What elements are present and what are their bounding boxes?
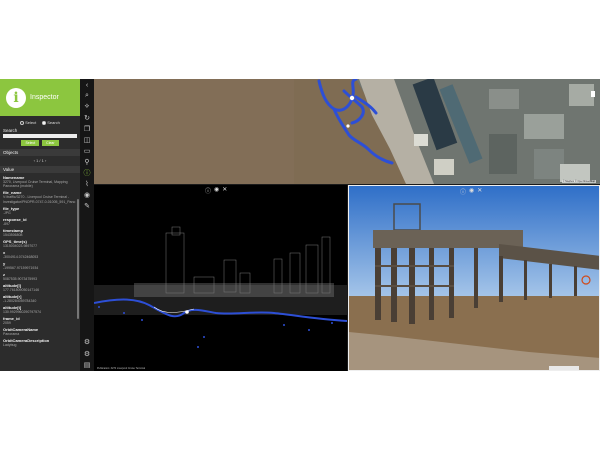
field-value: -3004914.0742468053 — [3, 254, 39, 259]
objects-section-header[interactable]: Objects — [0, 149, 80, 156]
building-block — [489, 89, 519, 109]
field-value: -199567.97159971934 — [3, 265, 39, 270]
tool-sidebar: ‹ ⌕ ⟡ ↻ ❐ ◫ ▭ ⚲ ⓘ ⌇ ◉ ✎ ⚙ ⚙ ▤ — [80, 79, 94, 371]
current-position-marker[interactable] — [185, 310, 189, 314]
map-view[interactable]: © Mapbox © OpenStreetMap — [94, 79, 600, 184]
track-point-marker[interactable] — [346, 124, 350, 128]
field-value: 1543506808 — [3, 232, 23, 237]
inspector-header: i Inspector — [0, 79, 80, 116]
inspector-title: Inspector — [30, 94, 59, 101]
building-block — [489, 134, 517, 174]
select-button[interactable]: Select — [21, 140, 40, 146]
field-value: -1.280284059784340 — [3, 298, 37, 303]
measure-icon[interactable]: ⟡ — [82, 102, 92, 112]
building-roof — [434, 159, 454, 175]
panorama-photo-view[interactable]: ⓘ ◉ ✕ — [348, 185, 600, 371]
chevron-left-icon[interactable]: ‹ — [82, 80, 92, 90]
layers-icon[interactable]: ❐ — [82, 124, 92, 134]
building-block — [524, 114, 564, 139]
values-section-header[interactable]: Value — [0, 166, 80, 173]
radio-checked-icon — [42, 120, 47, 125]
building-roof — [414, 134, 428, 146]
search-icon[interactable]: ⌕ — [82, 91, 92, 101]
field-value: 130.9929960290797574 — [3, 309, 41, 314]
panorama-image — [349, 186, 599, 370]
field-value: Panorama — [3, 331, 20, 336]
pointcloud-view[interactable]: ⓘ ◉ ✕ Publication: 3270 Liverpool Cruise… — [94, 185, 347, 371]
cube-icon[interactable]: ◫ — [82, 135, 92, 145]
radio-icon — [20, 120, 25, 125]
pointcloud-render — [94, 185, 347, 371]
info-logo-icon: i — [6, 87, 26, 108]
pointcloud-background — [94, 185, 347, 371]
field-list: Namename 3270, Liverpool Cruise Terminal,… — [0, 175, 80, 348]
field-value: 1315004023.9897077 — [3, 243, 38, 248]
inspector-panel: i Inspector Select Search Search Select … — [0, 79, 80, 371]
field-value: Ladybug — [3, 342, 17, 347]
satellite-map — [94, 79, 600, 184]
search-label: Search — [3, 128, 18, 133]
pointcloud-controls: ⓘ ◉ ✕ — [205, 186, 227, 195]
photo-controls: ⓘ ◉ ✕ — [460, 187, 482, 196]
refresh-icon[interactable]: ↻ — [82, 113, 92, 123]
terminal-points — [134, 283, 334, 297]
mode-search-option[interactable]: Search — [42, 120, 60, 125]
objects-pager[interactable]: ‹ 1 / 1 › — [0, 158, 80, 163]
app-window: i Inspector Select Search Search Select … — [0, 79, 600, 371]
eye-icon[interactable]: ◉ — [469, 187, 474, 196]
camera-icon[interactable]: ◉ — [82, 190, 92, 200]
building-block — [569, 84, 594, 106]
boat-railing — [549, 366, 579, 370]
map-attribution: © Mapbox © OpenStreetMap — [561, 180, 596, 183]
track-point-marker[interactable] — [349, 95, 355, 101]
field-value: 177.761809050147146 — [3, 287, 40, 292]
pointcloud-caption: Publication: 3270 Liverpool Cruise Termi… — [97, 367, 146, 370]
field-value: 5087535.9073475993 — [3, 276, 38, 281]
settings-icon[interactable]: ⚙ — [82, 337, 92, 347]
field-value: 2059 — [3, 320, 11, 325]
eye-icon[interactable]: ◉ — [214, 186, 219, 195]
info-icon[interactable]: ⓘ — [460, 187, 466, 196]
search-buttons: Select Clear — [0, 140, 80, 146]
building-block — [534, 149, 564, 179]
inspector-scrollbar[interactable] — [77, 199, 79, 319]
mode-select-option[interactable]: Select — [20, 120, 36, 125]
document-icon[interactable]: ▤ — [82, 360, 92, 370]
clear-button[interactable]: Clear — [42, 140, 59, 146]
map-pin-icon[interactable]: ⚲ — [82, 157, 92, 167]
close-icon[interactable]: ✕ — [477, 187, 482, 196]
info-icon[interactable]: ⓘ — [205, 186, 211, 195]
map-zoom-control[interactable] — [591, 91, 595, 97]
field-value: 3270, Liverpool Cruise Terminal, Mapping… — [3, 179, 68, 189]
field-value: V:/traffic/3270 - Liverpool Cruise Termi… — [3, 195, 76, 204]
comment-icon[interactable]: ✎ — [82, 201, 92, 211]
search-input[interactable] — [3, 134, 77, 138]
gear-icon[interactable]: ⚙ — [82, 349, 92, 359]
field-value: -897 — [3, 221, 11, 226]
info-icon[interactable]: ⓘ — [82, 168, 92, 178]
close-icon[interactable]: ✕ — [222, 186, 227, 195]
field-value: .JPG — [3, 210, 11, 215]
screen-icon[interactable]: ▭ — [82, 146, 92, 156]
river-water-tone — [94, 79, 294, 184]
route-icon[interactable]: ⌇ — [82, 179, 92, 189]
